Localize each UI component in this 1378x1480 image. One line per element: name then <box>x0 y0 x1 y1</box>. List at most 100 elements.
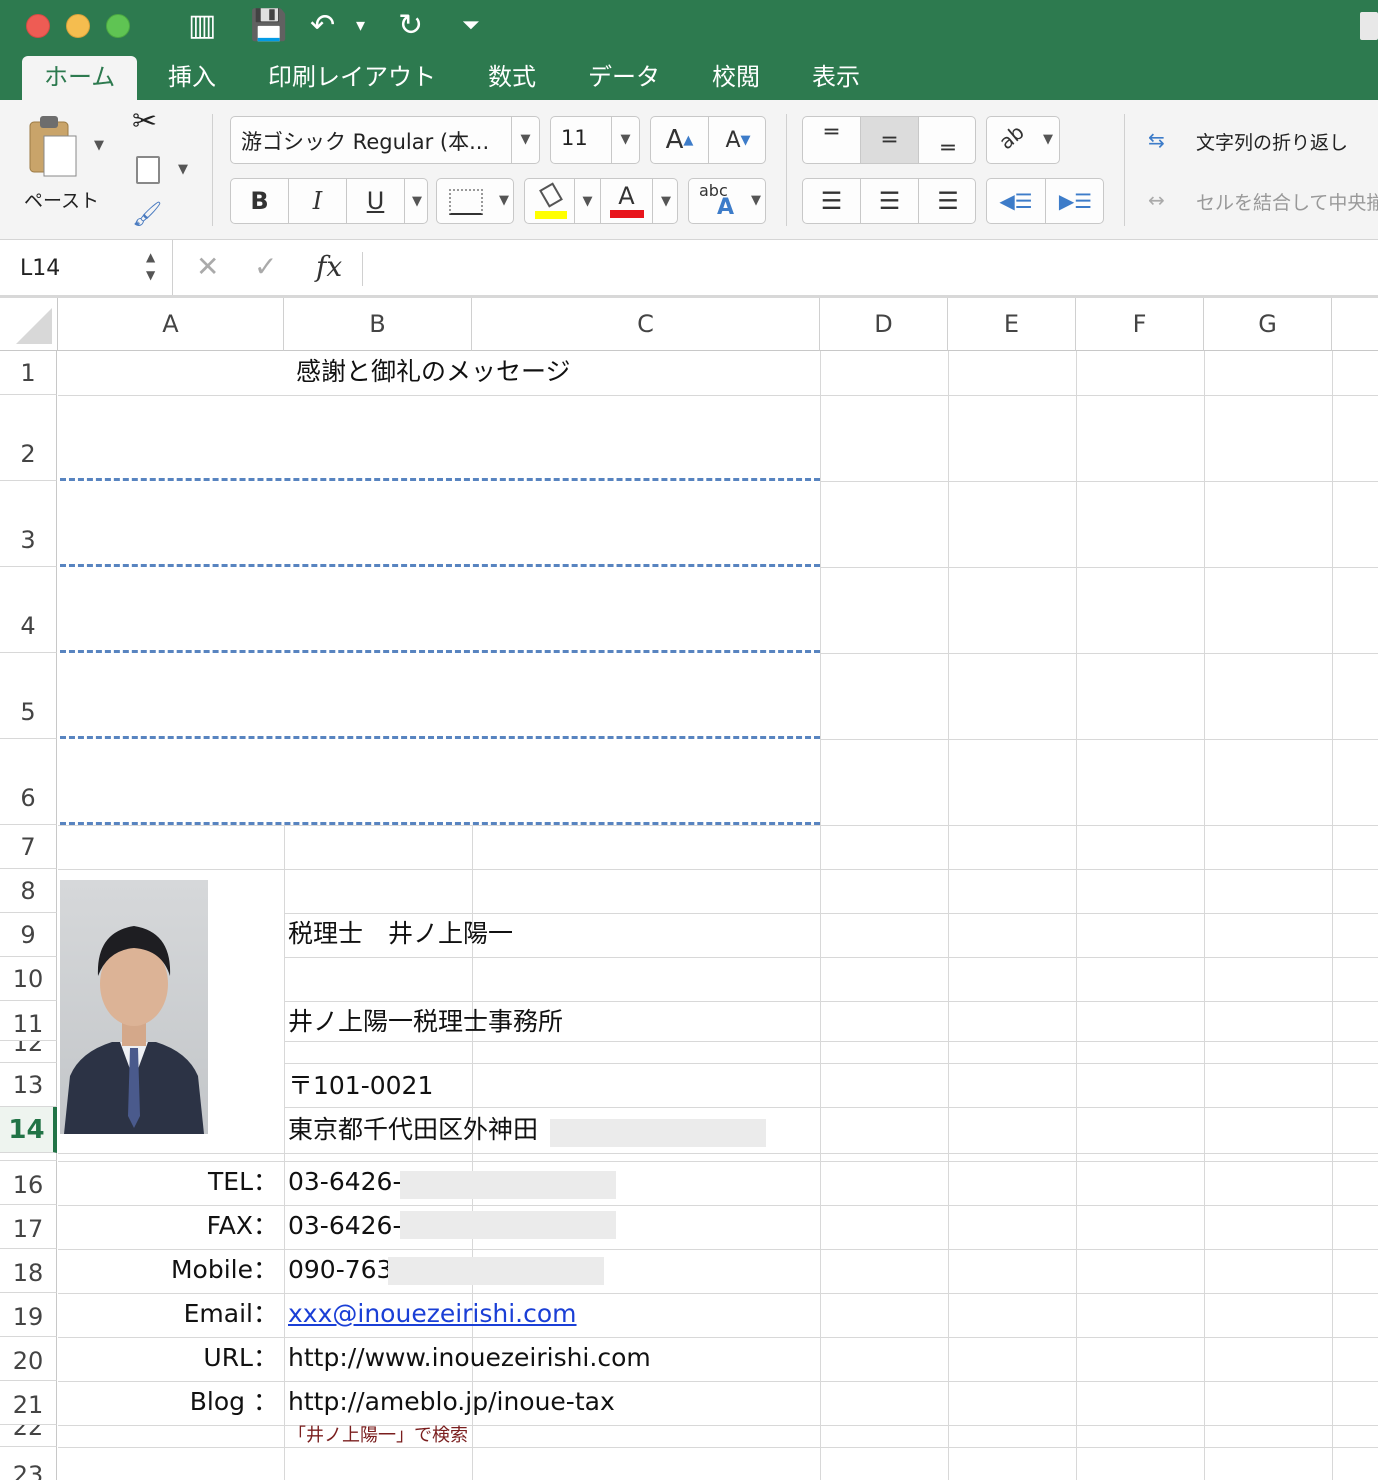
chevron-down-icon[interactable]: ▼ <box>611 117 639 163</box>
row-header-8[interactable]: 8 <box>0 869 57 913</box>
column-header-e[interactable]: E <box>948 298 1076 351</box>
mobile-label[interactable]: Mobile： <box>58 1255 278 1285</box>
row-header-5[interactable]: 5 <box>0 653 57 739</box>
worksheet-grid[interactable]: A B C D E F G 1 2 3 4 5 6 7 8 9 10 11 12… <box>0 298 1378 1480</box>
row-header-13[interactable]: 13 <box>0 1063 57 1107</box>
row-header-2[interactable]: 2 <box>0 395 57 481</box>
cut-icon[interactable]: ✂ <box>132 104 157 139</box>
increase-indent-icon[interactable]: ▶☰ <box>1046 179 1105 223</box>
email-link[interactable]: xxx@inouezeirishi.com <box>288 1299 577 1329</box>
column-header-b[interactable]: B <box>284 298 472 351</box>
enter-icon[interactable]: ✓ <box>254 250 277 283</box>
cell-b9-name[interactable]: 税理士 井ノ上陽一 <box>288 919 513 949</box>
row-header-23[interactable]: 23 <box>0 1447 57 1480</box>
copy-icon[interactable] <box>136 156 160 184</box>
close-window-button[interactable] <box>26 14 50 38</box>
select-all-button[interactable] <box>0 298 58 351</box>
decrease-indent-icon[interactable]: ◀☰ <box>987 179 1046 223</box>
cell-b13-postal[interactable]: 〒101-0021 <box>288 1071 433 1101</box>
font-size-select[interactable]: 11 ▼ <box>550 116 640 164</box>
bold-button[interactable]: B <box>231 179 289 223</box>
tab-insert[interactable]: 挿入 <box>146 56 238 100</box>
column-header-h[interactable] <box>1332 298 1378 351</box>
paste-dropdown-icon[interactable]: ▼ <box>94 138 104 153</box>
tab-formulas[interactable]: 数式 <box>466 56 558 100</box>
phonetic-guide-button[interactable]: abc A ▼ <box>688 178 766 224</box>
url-value[interactable]: http://www.inouezeirishi.com <box>288 1343 651 1373</box>
sidebar-icon[interactable]: ▥ <box>188 8 216 44</box>
row-header-15-hidden[interactable] <box>0 1153 57 1161</box>
row-header-19[interactable]: 19 <box>0 1293 57 1337</box>
font-color-dropdown-icon[interactable]: ▼ <box>653 179 679 223</box>
underline-button[interactable]: U <box>347 179 405 223</box>
grow-font-button[interactable]: A ▲ <box>651 117 709 163</box>
row-header-9[interactable]: 9 <box>0 913 57 957</box>
row-header-6[interactable]: 6 <box>0 739 57 825</box>
font-color-button[interactable]: A <box>601 179 653 223</box>
tab-view[interactable]: 表示 <box>790 56 882 100</box>
tab-review[interactable]: 校閲 <box>690 56 782 100</box>
row-header-7[interactable]: 7 <box>0 825 57 869</box>
insert-function-icon[interactable]: fx <box>316 250 342 283</box>
chevron-down-icon[interactable]: ▼ <box>499 193 509 208</box>
minimize-window-button[interactable] <box>66 14 90 38</box>
column-header-g[interactable]: G <box>1204 298 1332 351</box>
tab-data[interactable]: データ <box>566 56 682 100</box>
copy-dropdown-icon[interactable]: ▼ <box>178 162 188 177</box>
cancel-icon[interactable]: ✕ <box>196 250 219 283</box>
fill-color-button[interactable] <box>525 179 575 223</box>
shrink-font-button[interactable]: A ▼ <box>709 117 767 163</box>
column-header-a[interactable]: A <box>58 298 284 351</box>
blog-value[interactable]: http://ameblo.jp/inoue-tax <box>288 1387 615 1417</box>
align-right-icon[interactable]: ☰ <box>919 179 977 223</box>
fax-label[interactable]: FAX： <box>58 1211 278 1241</box>
search-note[interactable]: 「井ノ上陽一」で検索 <box>288 1425 468 1447</box>
zoom-window-button[interactable] <box>106 14 130 38</box>
email-label[interactable]: Email： <box>58 1299 278 1329</box>
row-header-10[interactable]: 10 <box>0 957 57 1001</box>
chevron-down-icon[interactable]: ▼ <box>751 193 761 208</box>
borders-button[interactable]: ▼ <box>436 178 514 224</box>
align-middle-icon[interactable]: ═ <box>861 117 919 163</box>
column-header-c[interactable]: C <box>472 298 820 351</box>
merge-center-icon[interactable]: ↔ <box>1148 188 1165 212</box>
redo-icon[interactable]: ↻ <box>398 8 423 44</box>
mobile-value[interactable]: 090-763 <box>288 1255 392 1285</box>
fill-color-dropdown-icon[interactable]: ▼ <box>575 179 601 223</box>
wrap-text-button[interactable]: 文字列の折り返し <box>1196 128 1348 155</box>
row-header-12[interactable]: 12 <box>0 1041 57 1063</box>
row-header-4[interactable]: 4 <box>0 567 57 653</box>
row-header-14[interactable]: 14 <box>0 1107 57 1153</box>
align-left-icon[interactable]: ☰ <box>803 179 861 223</box>
chevron-down-icon[interactable]: ▼ <box>1043 132 1053 147</box>
cell-b14-address[interactable]: 東京都千代田区外神田 <box>288 1115 538 1145</box>
row-header-16[interactable]: 16 <box>0 1161 57 1205</box>
url-label[interactable]: URL： <box>58 1343 278 1373</box>
undo-icon[interactable]: ↶ <box>310 8 335 44</box>
fax-value[interactable]: 03-6426- <box>288 1211 401 1241</box>
font-name-select[interactable]: 游ゴシック Regular (本... ▼ <box>230 116 540 164</box>
tab-page-layout[interactable]: 印刷レイアウト <box>246 56 458 100</box>
cell-b11-office[interactable]: 井ノ上陽一税理士事務所 <box>288 1007 563 1037</box>
row-header-21[interactable]: 21 <box>0 1381 57 1425</box>
name-box-stepper-icon[interactable]: ▲ ▼ <box>146 248 155 284</box>
row-header-22[interactable]: 22 <box>0 1425 57 1447</box>
column-header-d[interactable]: D <box>820 298 948 351</box>
row-header-20[interactable]: 20 <box>0 1337 57 1381</box>
row-header-18[interactable]: 18 <box>0 1249 57 1293</box>
message-title[interactable]: 感謝と御礼のメッセージ <box>296 357 571 387</box>
row-header-17[interactable]: 17 <box>0 1205 57 1249</box>
tel-label[interactable]: TEL： <box>58 1167 278 1197</box>
paste-button[interactable] <box>22 114 88 180</box>
tab-home[interactable]: ホーム <box>22 56 138 100</box>
align-center-icon[interactable]: ☰ <box>861 179 919 223</box>
row-header-3[interactable]: 3 <box>0 481 57 567</box>
orientation-button[interactable]: ab ▼ <box>986 116 1060 164</box>
column-header-f[interactable]: F <box>1076 298 1204 351</box>
row-header-11[interactable]: 11 <box>0 1001 57 1041</box>
merge-center-button[interactable]: セルを結合して中央揃え <box>1196 188 1378 215</box>
wrap-text-icon[interactable]: ⇆ <box>1148 128 1165 152</box>
tel-value[interactable]: 03-6426- <box>288 1167 401 1197</box>
blog-label[interactable]: Blog ： <box>58 1387 278 1417</box>
chevron-down-icon[interactable]: ▼ <box>511 117 539 163</box>
